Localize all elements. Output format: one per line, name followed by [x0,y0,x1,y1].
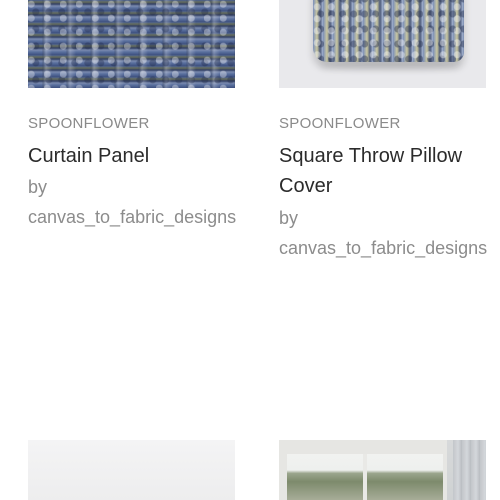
product-title[interactable]: Curtain Panel [28,141,149,171]
designer-byline: by canvas_to_fabric_designs [279,203,487,263]
by-label: by [28,177,48,197]
brand-label: SPOONFLOWER [28,115,150,132]
curtain-panel-image[interactable] [28,0,235,88]
product-title-line-2: Cover [279,175,333,197]
pillow-shadow [319,62,460,70]
product-title[interactable]: Square Throw Pillow Cover [279,141,499,201]
throw-pillow-image[interactable] [279,0,486,88]
product-grid: SPOONFLOWER Curtain Panel by canvas_to_f… [0,0,500,500]
designer-link[interactable]: canvas_to_fabric_designs [28,202,236,232]
by-label: by [279,208,299,228]
brand-label: SPOONFLOWER [279,115,401,132]
window-mullion [363,454,367,500]
designer-link[interactable]: canvas_to_fabric_designs [279,233,487,263]
window-curtain-product-image[interactable] [279,440,486,500]
product-title-line-1: Square Throw Pillow [279,145,463,167]
designer-byline: by canvas_to_fabric_designs [28,172,236,232]
next-product-image[interactable] [28,440,235,500]
pillow-graphic [313,0,464,62]
curtain-edge [453,440,486,500]
